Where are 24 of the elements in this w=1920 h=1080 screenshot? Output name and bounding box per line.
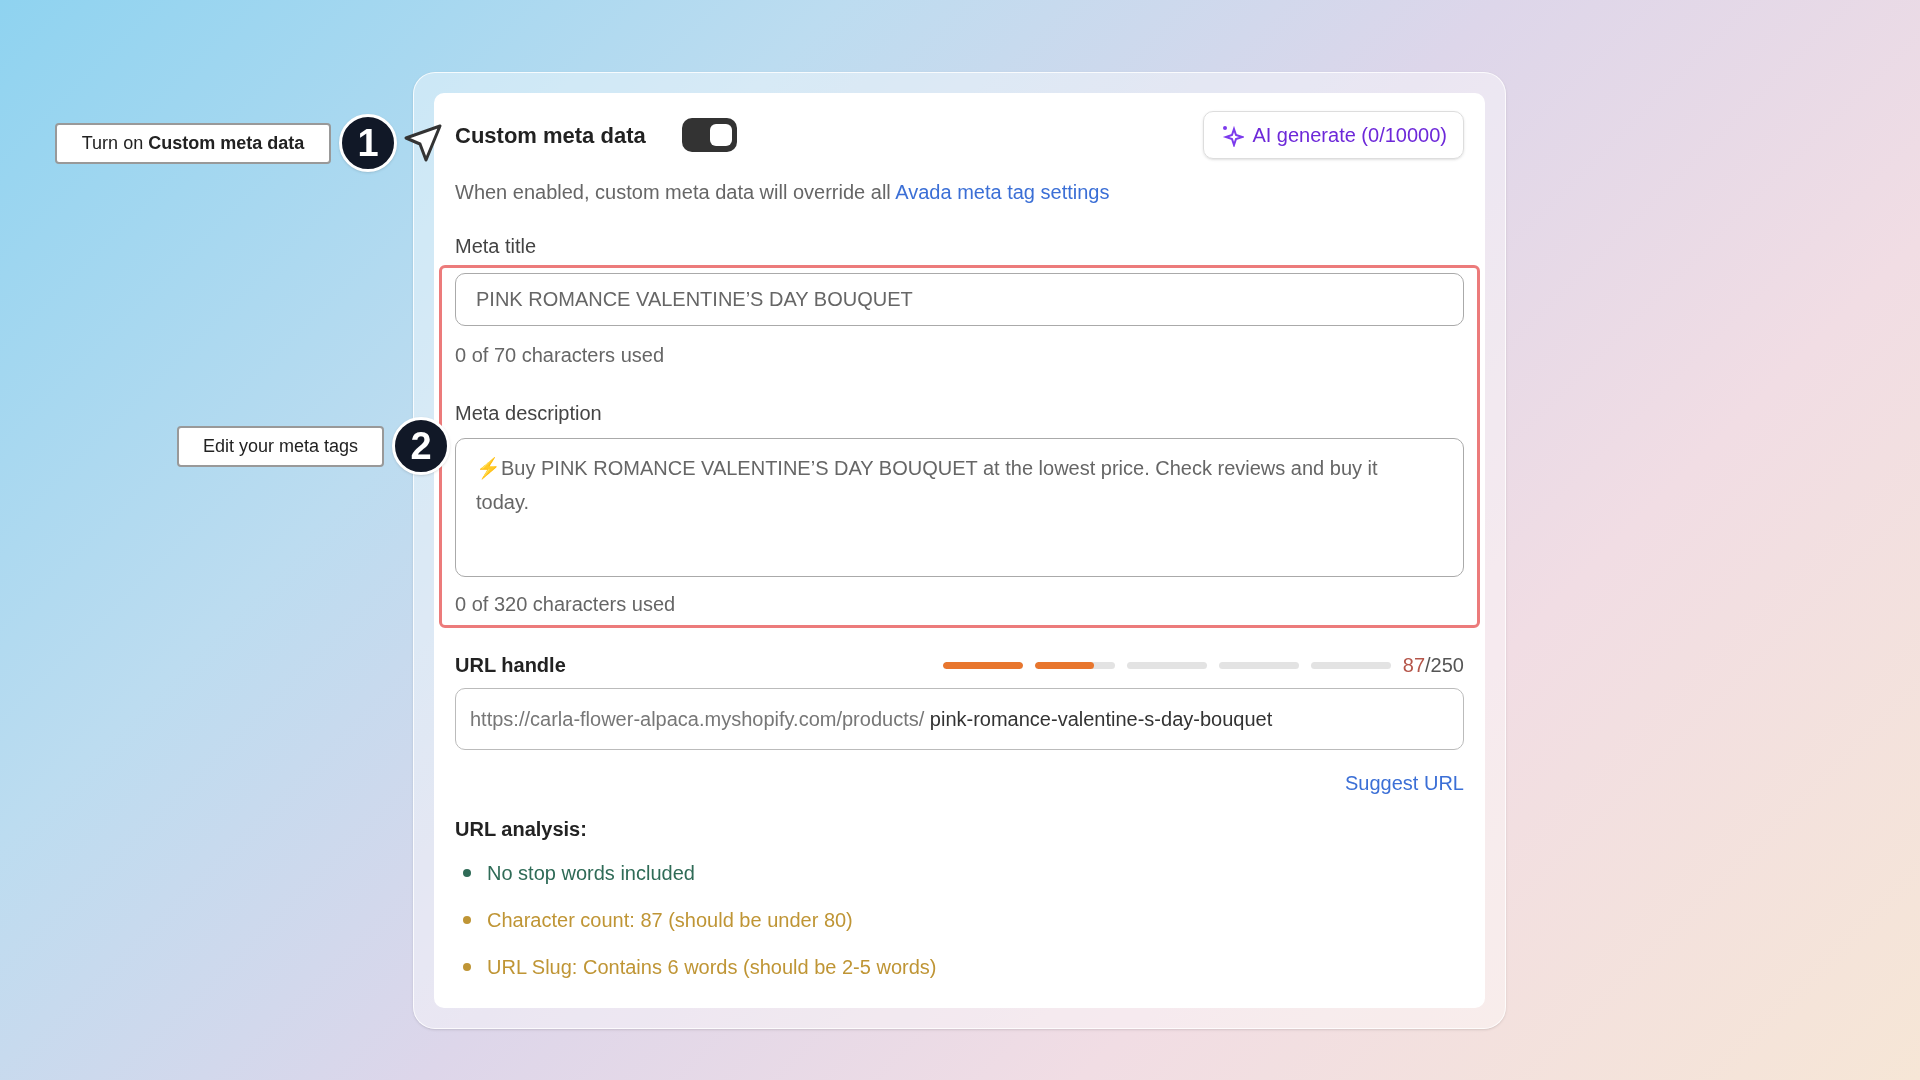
ai-generate-button[interactable]: AI generate (0/10000) <box>1203 111 1464 159</box>
analysis-item: URL Slug: Contains 6 words (should be 2-5 words) <box>487 955 937 980</box>
section-title: Custom meta data <box>455 121 646 150</box>
character-counter: 0 of 70 characters used <box>455 343 665 368</box>
description-text: When enabled, custom meta data will override all Avada meta tag settings <box>455 180 1111 205</box>
character-counter: 0 of 320 characters used <box>455 592 677 617</box>
analysis-item: No stop words included <box>487 861 695 886</box>
meta-label: Meta title <box>455 234 538 259</box>
meta-title-field[interactable]: PINK ROMANCE VALENTINE’S DAY BOUQUET <box>455 273 1464 326</box>
analysis-title: URL analysis: <box>455 817 588 842</box>
sparkle-icon <box>1220 123 1245 147</box>
url-field[interactable]: https://carla-flower-alpaca.myshopify.com/products/ pink-romance-valentine-s-day-bouquet <box>455 688 1464 750</box>
settings-link[interactable]: Avada meta tag settings <box>895 181 1110 203</box>
meta-label: Meta description <box>455 401 603 426</box>
toggle-switch[interactable] <box>681 118 737 152</box>
step-badge: 2 <box>392 417 450 475</box>
meta-description-field[interactable]: ⚡Buy PINK ROMANCE VALENTINE’S DAY BOUQUET at the lowest price. Check reviews and buy it today. <box>455 438 1464 577</box>
suggest-url-link[interactable]: Suggest URL <box>1345 768 1464 798</box>
callout-label: Edit your meta tags <box>177 425 384 467</box>
url-handle-label: URL handle <box>455 653 566 678</box>
callout-label: Turn on Custom meta data <box>55 122 331 164</box>
character-count: 87/250 <box>1402 653 1464 678</box>
step-badge: 1 <box>339 114 397 172</box>
analysis-item: Character count: 87 (should be under 80) <box>487 908 853 933</box>
